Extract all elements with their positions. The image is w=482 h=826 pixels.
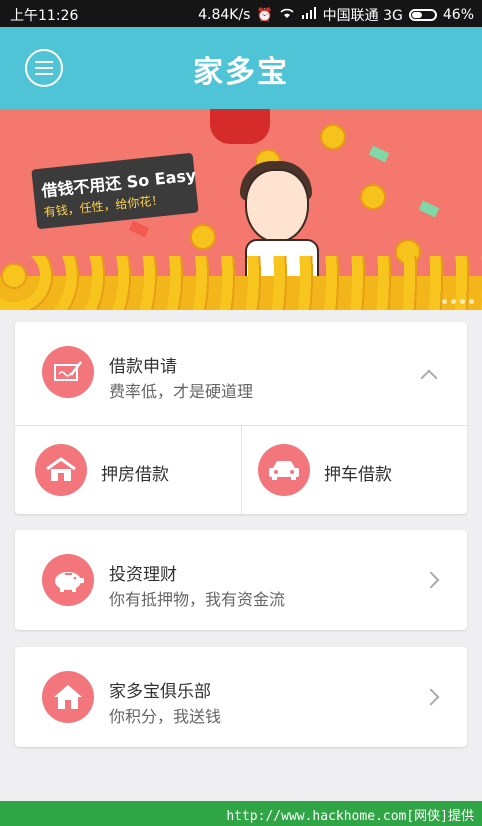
carrier-label: 中国联通 3G — [322, 8, 403, 24]
club-title: 家多宝俱乐部 — [109, 682, 211, 702]
club-card[interactable]: 家多宝俱乐部 你积分，我送钱 — [15, 647, 467, 747]
house-loan-label: 押房借款 — [101, 465, 169, 485]
loan-card: 借款申请 费率低，才是硬道理 押房借款 押车借款 — [15, 322, 467, 514]
watermark-bar: http://www.hackhome.com[网侠]提供 — [0, 801, 482, 826]
status-bar: 上午11:26 4.84K/s ⏰ 中国联通 3G 46% — [0, 0, 482, 27]
car-icon — [258, 444, 310, 496]
house-icon — [35, 444, 87, 496]
invest-subtitle: 你有抵押物，我有资金流 — [109, 590, 286, 609]
coin-pile — [0, 256, 482, 310]
promo-banner[interactable]: 借钱不用还 So Easy 有钱，任性，给你花！ — [0, 109, 482, 310]
battery-icon — [408, 9, 437, 21]
loan-apply-title: 借款申请 — [109, 357, 177, 377]
app-header: 家多宝 — [0, 27, 482, 109]
coin-decoration — [190, 224, 216, 250]
pen-paper-icon — [42, 346, 94, 398]
cartoon-girl-face — [245, 169, 309, 243]
carousel-dots — [442, 299, 474, 304]
chevron-right-icon — [422, 571, 440, 589]
coin-decoration — [320, 124, 346, 150]
page-title: 家多宝 — [193, 55, 289, 90]
money-note-decoration — [418, 200, 440, 218]
net-speed: 4.84K/s — [198, 7, 251, 23]
invest-card[interactable]: 投资理财 你有抵押物，我有资金流 — [15, 530, 467, 630]
loan-apply-row[interactable]: 借款申请 费率低，才是硬道理 — [15, 322, 467, 424]
money-note-decoration — [128, 220, 150, 238]
chevron-right-icon — [422, 688, 440, 706]
invest-title: 投资理财 — [109, 565, 177, 585]
battery-percent: 46% — [442, 7, 474, 23]
home-icon — [42, 671, 94, 723]
watermark-text: http://www.hackhome.com[网侠]提供 — [226, 809, 474, 824]
piggy-bank-icon — [42, 554, 94, 606]
alarm-icon: ⏰ — [256, 7, 273, 23]
chevron-up-icon[interactable] — [420, 369, 438, 387]
wifi-icon — [279, 7, 295, 23]
banner-tag: 借钱不用还 So Easy 有钱，任性，给你花！ — [31, 152, 199, 230]
status-indicators: 4.84K/s ⏰ 中国联通 3G 46% — [198, 5, 474, 25]
signal-icon — [301, 7, 317, 23]
car-loan-label: 押车借款 — [324, 465, 392, 485]
loan-apply-subtitle: 费率低，才是硬道理 — [109, 382, 254, 401]
car-loan-button[interactable]: 押车借款 — [242, 426, 467, 514]
money-note-decoration — [368, 145, 390, 163]
coin-decoration — [360, 184, 386, 210]
house-loan-button[interactable]: 押房借款 — [15, 426, 241, 514]
club-subtitle: 你积分，我送钱 — [109, 707, 222, 726]
status-time: 上午11:26 — [10, 8, 79, 24]
red-envelope-decoration — [210, 109, 270, 144]
